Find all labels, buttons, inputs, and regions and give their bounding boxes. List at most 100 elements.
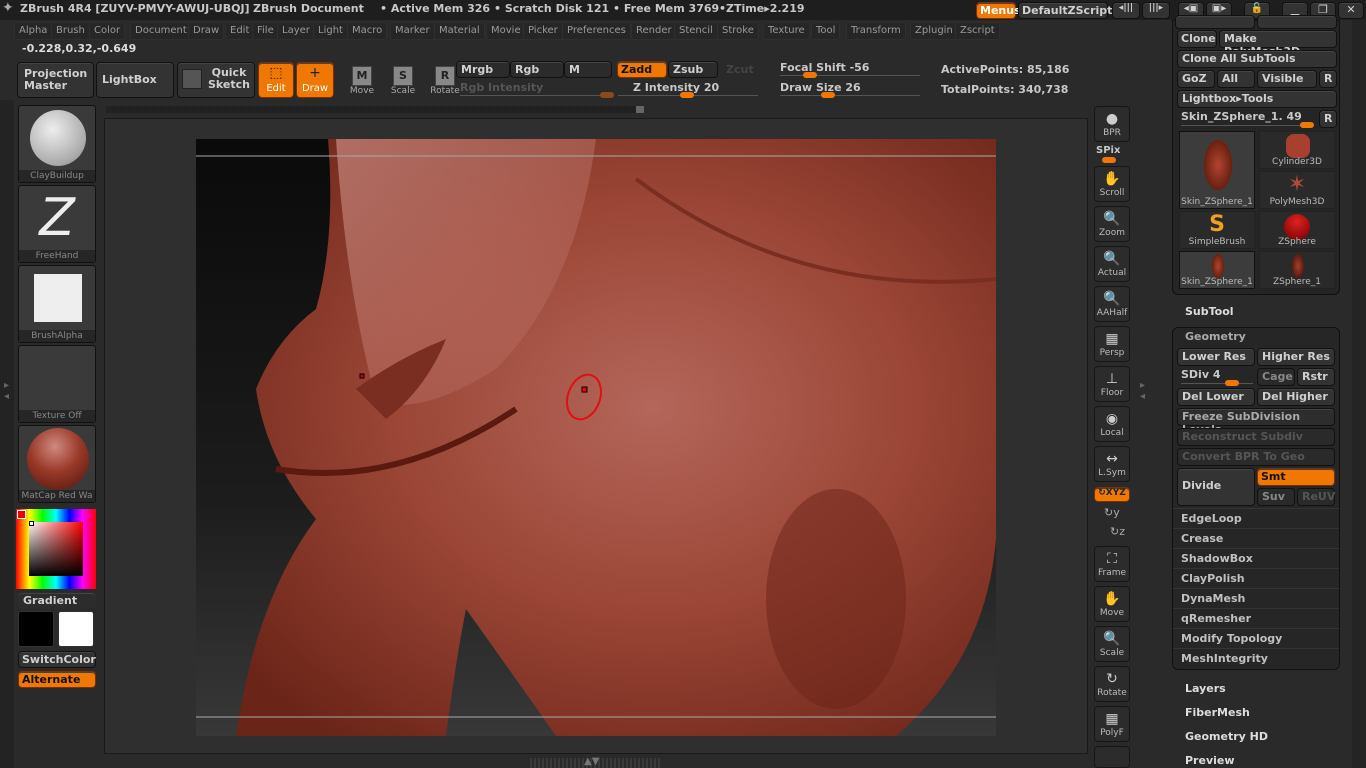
menu-stroke[interactable]: Stroke: [717, 22, 759, 40]
projection-master-button[interactable]: Projection Master: [17, 62, 94, 98]
focal-shift-slider[interactable]: [780, 75, 920, 76]
switch-color-button[interactable]: SwitchColor: [18, 651, 96, 668]
higher-res-button[interactable]: Higher Res: [1257, 348, 1335, 366]
shadowbox-section[interactable]: ShadowBox: [1173, 548, 1339, 568]
lightbox-button[interactable]: LightBox: [96, 62, 174, 98]
menu-draw[interactable]: Draw: [188, 22, 225, 40]
lower-res-button[interactable]: Lower Res: [1177, 348, 1255, 366]
close-icon[interactable]: ✕: [1338, 2, 1364, 19]
edit-mode-button[interactable]: ⬚ Edit: [258, 62, 294, 98]
right-tray-toggle-icon[interactable]: ▸ ◂: [1140, 380, 1145, 402]
menu-document[interactable]: Document: [130, 22, 192, 40]
current-tool-slider[interactable]: [1181, 125, 1306, 126]
suv-toggle[interactable]: Suv: [1257, 488, 1295, 506]
local-button[interactable]: ◉ Local: [1094, 406, 1130, 442]
edgeloop-section[interactable]: EdgeLoop: [1173, 508, 1339, 528]
current-tool-knob[interactable]: [1300, 122, 1314, 128]
zsub-button[interactable]: Zsub: [668, 61, 718, 78]
gradient-button[interactable]: Gradient: [18, 592, 96, 609]
menu-zplugin[interactable]: Zplugin: [910, 22, 958, 40]
goz-r-button[interactable]: R: [1319, 70, 1337, 88]
draw-mode-button[interactable]: + Draw: [296, 62, 334, 98]
focal-shift-knob[interactable]: [803, 72, 817, 78]
menu-texture[interactable]: Texture: [763, 22, 810, 40]
alpha-selector[interactable]: BrushAlpha: [18, 265, 96, 343]
modify-topology-section[interactable]: Modify Topology: [1173, 628, 1339, 648]
rstr-button[interactable]: Rstr: [1297, 368, 1335, 386]
menus-button[interactable]: Menus: [976, 2, 1021, 19]
rgb-intensity-knob[interactable]: [600, 92, 614, 98]
menu-picker[interactable]: Picker: [523, 22, 563, 40]
reconstruct-subdiv-button[interactable]: Reconstruct Subdiv: [1177, 428, 1335, 446]
tool-polymesh3d[interactable]: ✶ PolyMesh3D: [1259, 171, 1335, 209]
alternate-button[interactable]: Alternate: [18, 671, 96, 688]
del-lower-button[interactable]: Del Lower: [1177, 388, 1255, 406]
aahalf-button[interactable]: 🔍 AAHalf: [1094, 286, 1130, 322]
menu-material[interactable]: Material: [434, 22, 485, 40]
brush-selector[interactable]: ClayBuildup: [18, 105, 96, 183]
color-picker[interactable]: [16, 509, 96, 589]
secondary-color-swatch[interactable]: [58, 611, 94, 647]
zcut-button[interactable]: Zcut: [726, 63, 754, 76]
move-view-button[interactable]: ✋ Move: [1094, 586, 1130, 622]
scale-mode-button[interactable]: S Scale: [381, 64, 425, 104]
geometry-hd-section[interactable]: Geometry HD: [1185, 730, 1268, 743]
rgb-button[interactable]: Rgb: [510, 61, 564, 78]
color-saturation-square[interactable]: [29, 522, 83, 576]
freeze-subdivision-levels-button[interactable]: Freeze SubDivision Levels: [1177, 408, 1335, 436]
transp-button[interactable]: [1094, 746, 1130, 768]
menu-macro[interactable]: Macro: [347, 22, 388, 40]
tool-r-button[interactable]: R: [1319, 110, 1337, 128]
tool-zsphere-1[interactable]: ZSphere_1: [1259, 251, 1335, 289]
sdiv-knob[interactable]: [1225, 380, 1239, 386]
menu-render[interactable]: Render: [631, 22, 677, 40]
move-mode-button[interactable]: M Move: [340, 64, 384, 104]
menu-movie[interactable]: Movie: [486, 22, 526, 40]
persp-button[interactable]: ▦ Persp: [1094, 326, 1130, 362]
texture-selector[interactable]: Texture Off: [18, 345, 96, 423]
default-zscript-button[interactable]: DefaultZScript: [1018, 2, 1112, 19]
floor-button[interactable]: ⊥ Floor: [1094, 366, 1130, 402]
draw-size-slider[interactable]: [780, 95, 920, 96]
preview-section[interactable]: Preview: [1185, 754, 1235, 767]
scale-view-button[interactable]: 🔍 Scale: [1094, 626, 1130, 662]
cage-button[interactable]: Cage: [1257, 368, 1295, 386]
z-rotate-icon[interactable]: ↻z: [1110, 525, 1125, 538]
qremesher-section[interactable]: qRemesher: [1173, 608, 1339, 628]
menu-stencil[interactable]: Stencil: [674, 22, 718, 40]
xyz-rotate-button[interactable]: ↻XYZ: [1094, 487, 1130, 502]
dynamesh-section[interactable]: DynaMesh: [1173, 588, 1339, 608]
tool-skin-zsphere-1-small[interactable]: Skin_ZSphere_1: [1179, 251, 1255, 289]
menu-edit[interactable]: Edit: [225, 22, 255, 40]
actual-button[interactable]: 🔍 Actual: [1094, 246, 1130, 282]
draw-size-knob[interactable]: [821, 92, 835, 98]
goz-button[interactable]: GoZ: [1177, 70, 1215, 88]
menu-brush[interactable]: Brush: [51, 22, 90, 40]
document-canvas[interactable]: [196, 139, 996, 736]
material-selector[interactable]: MatCap Red Wa: [18, 425, 96, 503]
menu-light[interactable]: Light: [313, 22, 348, 40]
tool-button-hidden-2[interactable]: [1257, 15, 1337, 29]
claypolish-section[interactable]: ClayPolish: [1173, 568, 1339, 588]
menu-layer[interactable]: Layer: [277, 22, 315, 40]
goz-visible-button[interactable]: Visible: [1257, 70, 1317, 88]
polyf-button[interactable]: ▦ PolyF: [1094, 706, 1130, 742]
y-rotate-icon[interactable]: ↻y: [1104, 506, 1120, 519]
tool-cylinder3d[interactable]: Cylinder3D: [1259, 131, 1335, 169]
menu-preferences[interactable]: Preferences: [562, 22, 631, 40]
bpr-button[interactable]: ● BPR: [1094, 106, 1130, 142]
mrgb-button[interactable]: Mrgb: [456, 61, 510, 78]
zadd-button[interactable]: Zadd: [617, 61, 667, 78]
menu-marker[interactable]: Marker: [390, 22, 435, 40]
geometry-title[interactable]: Geometry: [1185, 330, 1246, 343]
right-panel-scrollbar[interactable]: [1352, 20, 1366, 768]
tool-simplebrush[interactable]: S SimpleBrush: [1179, 211, 1255, 249]
subtool-section[interactable]: SubTool: [1185, 305, 1234, 318]
menu-file[interactable]: File: [252, 22, 279, 40]
smt-toggle[interactable]: Smt: [1257, 468, 1335, 486]
quick-sketch-button[interactable]: Quick Sketch: [177, 62, 255, 98]
goz-all-button[interactable]: All: [1217, 70, 1255, 88]
tool-zsphere[interactable]: ZSphere: [1259, 211, 1335, 249]
rotate-view-button[interactable]: ↻ Rotate: [1094, 666, 1130, 702]
sculpt-model[interactable]: [196, 139, 996, 736]
